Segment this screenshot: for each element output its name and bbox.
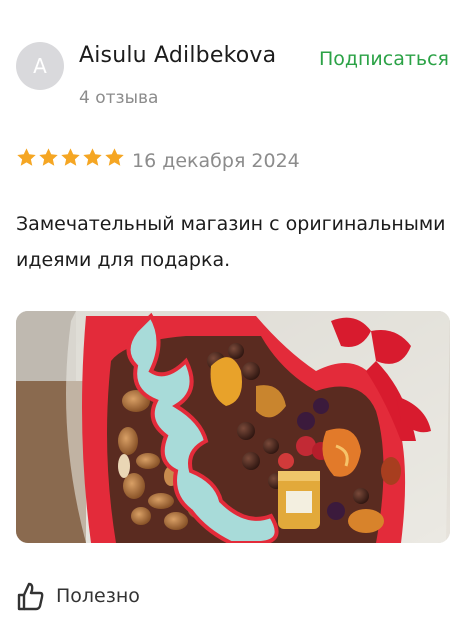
star-icon	[17, 148, 36, 166]
star-icon	[61, 148, 80, 166]
review-date: 16 декабря 2024	[132, 150, 300, 172]
useful-label: Полезно	[56, 585, 140, 607]
star-icon	[105, 148, 124, 166]
thumbs-up-icon	[17, 582, 44, 611]
star-icon	[83, 148, 102, 166]
useful-button[interactable]: Полезно	[14, 580, 140, 612]
avatar-letter: A	[33, 54, 47, 78]
avatar[interactable]: A	[16, 42, 64, 90]
reviews-count: 4 отзыва	[79, 88, 159, 108]
review-text: Замечательный магазин с оригинальными ид…	[16, 213, 446, 271]
review-photo[interactable]	[16, 311, 450, 543]
rating-stars	[16, 147, 125, 168]
subscribe-button[interactable]: Подписаться	[319, 48, 449, 70]
star-icon	[39, 148, 58, 166]
author-name[interactable]: Aisulu Adilbekova	[79, 43, 276, 68]
review-card: A Aisulu Adilbekova 4 отзыва Подписаться…	[0, 0, 475, 640]
gift-box-photo	[16, 311, 450, 543]
